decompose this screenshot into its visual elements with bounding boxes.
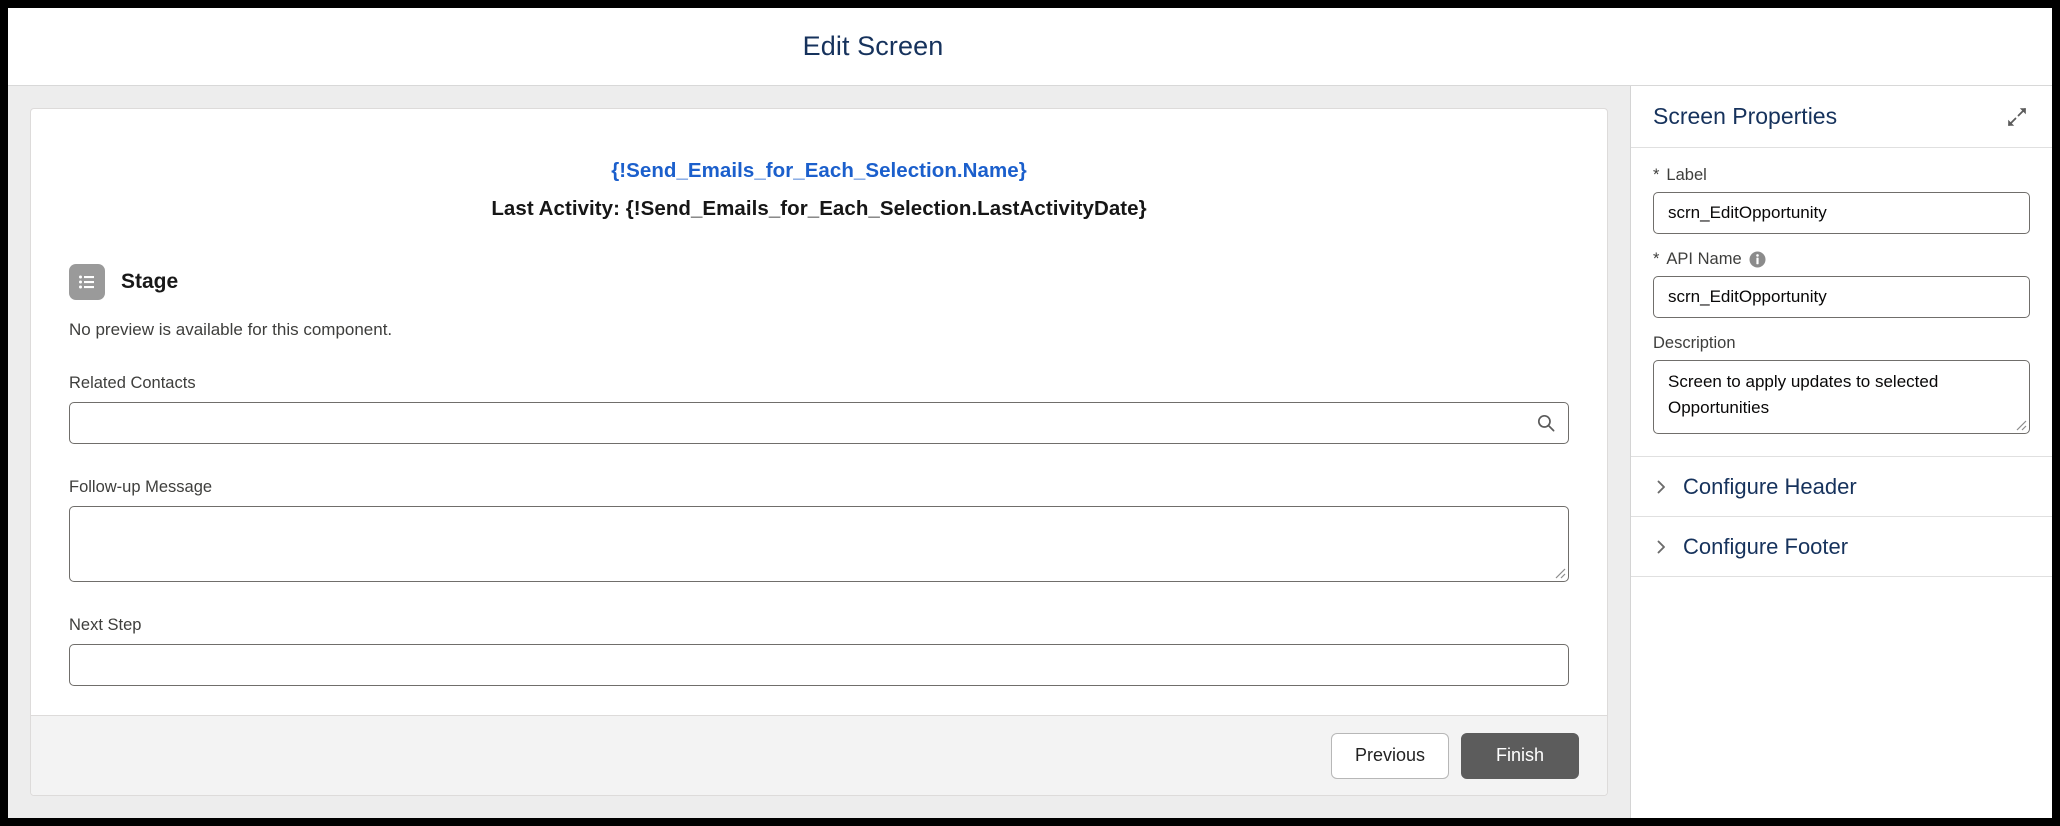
screen-description-textarea[interactable] [1653, 360, 2030, 434]
stage-component[interactable]: Stage No preview is available for this c… [69, 264, 1569, 340]
screen-api-name-label: * API Name [1653, 250, 2030, 269]
stage-component-title: Stage [121, 270, 179, 294]
screen-heading-block: {!Send_Emails_for_Each_Selection.Name} L… [69, 157, 1569, 222]
previous-button[interactable]: Previous [1331, 732, 1449, 779]
follow-up-message-textarea[interactable] [69, 506, 1569, 583]
screen-footer: Previous Finish [31, 715, 1607, 795]
chevron-right-icon [1653, 479, 1669, 495]
heading-merge-field-last-activity: Last Activity: {!Send_Emails_for_Each_Se… [491, 196, 1147, 220]
expand-arrows-icon[interactable] [2004, 104, 2030, 130]
related-contacts-input[interactable] [69, 402, 1569, 445]
follow-up-message-label: Follow-up Message [69, 478, 213, 497]
screen-api-name-input[interactable] [1653, 276, 2030, 318]
stage-component-header: Stage [69, 264, 1569, 301]
screen-label-label: * Label [1653, 166, 2030, 185]
screen-label-input[interactable] [1653, 192, 2030, 234]
field-screen-api-name: * API Name [1653, 250, 2030, 318]
next-step-control [69, 644, 1569, 687]
required-marker: * [1653, 166, 1660, 184]
field-next-step: Next Step [69, 616, 1569, 687]
properties-panel-title: Screen Properties [1653, 103, 1838, 129]
screen-description-label: Description [1653, 334, 2030, 353]
related-contacts-label: Related Contacts [69, 374, 196, 393]
screen-label-text: Label [1666, 166, 1707, 184]
field-follow-up-message: Follow-up Message [69, 478, 1569, 583]
screen-description-text: Description [1653, 334, 1736, 352]
modal-body: {!Send_Emails_for_Each_Selection.Name} L… [8, 86, 2052, 818]
screen-card-content: {!Send_Emails_for_Each_Selection.Name} L… [31, 109, 1607, 715]
screen-description-control [1653, 360, 2030, 434]
finish-button[interactable]: Finish [1461, 732, 1579, 779]
field-related-contacts: Related Contacts [69, 374, 1569, 445]
stage-component-note: No preview is available for this compone… [69, 320, 393, 340]
next-step-input[interactable] [69, 644, 1569, 687]
screen-preview-card: {!Send_Emails_for_Each_Selection.Name} L… [30, 108, 1608, 796]
info-icon[interactable] [1749, 251, 1766, 268]
page-title: Edit Screen [802, 31, 944, 61]
section-configure-header[interactable]: Configure Header [1631, 457, 2052, 517]
screen-properties-panel: Screen Properties * Label scrn_EditOppor… [1630, 86, 2052, 818]
follow-up-message-control [69, 506, 1569, 583]
field-screen-description: Description [1653, 334, 2030, 434]
section-configure-footer-label: Configure Footer [1683, 533, 1849, 559]
edit-screen-modal: Edit Screen {!Send_Emails_for_Each_Selec… [8, 8, 2052, 818]
field-screen-label: * Label [1653, 166, 2030, 234]
list-icon [69, 264, 105, 301]
modal-header: Edit Screen [8, 8, 2052, 86]
section-configure-footer[interactable]: Configure Footer [1631, 517, 2052, 577]
related-contacts-control [69, 402, 1569, 445]
section-configure-header-label: Configure Header [1683, 473, 1857, 499]
next-step-label: Next Step [69, 616, 142, 635]
chevron-right-icon [1653, 539, 1669, 555]
screen-canvas-region: {!Send_Emails_for_Each_Selection.Name} L… [8, 86, 1630, 818]
heading-merge-field-name: {!Send_Emails_for_Each_Selection.Name} [611, 159, 1027, 182]
properties-panel-body: * Label * API Name [1631, 148, 2052, 457]
properties-panel-header: Screen Properties [1631, 86, 2052, 148]
screen-api-name-text: API Name [1666, 250, 1742, 268]
required-marker: * [1653, 250, 1660, 268]
